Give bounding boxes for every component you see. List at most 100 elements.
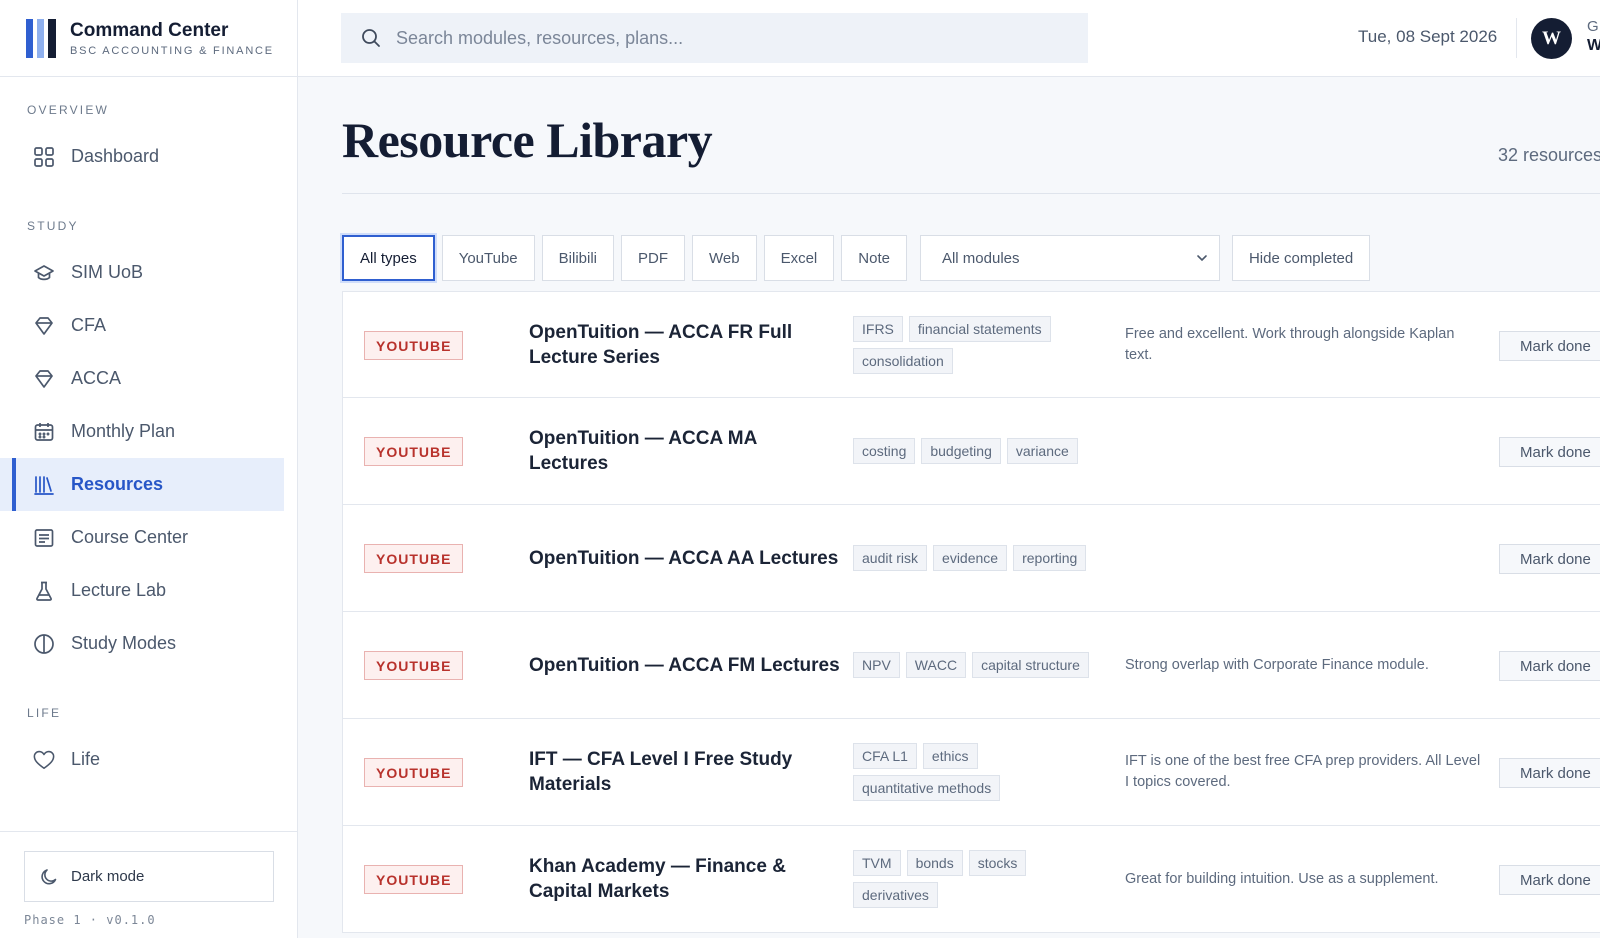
document-list-icon xyxy=(33,527,55,549)
sidebar-item-monthly-plan[interactable]: Monthly Plan xyxy=(0,405,284,458)
brand[interactable]: Command Center BSC ACCOUNTING & FINANCE xyxy=(0,0,297,77)
mark-done-button[interactable]: Mark done xyxy=(1499,331,1600,361)
filter-all-types[interactable]: All types xyxy=(342,235,435,281)
filter-bilibili[interactable]: Bilibili xyxy=(541,235,614,281)
filter-bar: All types YouTube Bilibili PDF Web Excel… xyxy=(342,235,1371,281)
main-content: Resource Library 32 resources All types … xyxy=(298,77,1600,938)
mark-done-button[interactable]: Mark done xyxy=(1499,865,1600,895)
resource-note: Free and excellent. Work through alongsi… xyxy=(1125,326,1455,363)
sidebar-item-label: CFA xyxy=(71,315,107,335)
current-date: Tue, 08 Sept 2026 xyxy=(1358,27,1498,46)
type-badge: YOUTUBE xyxy=(364,865,464,894)
graduation-cap-icon xyxy=(33,262,55,284)
grid-icon xyxy=(33,146,55,168)
mark-done-button[interactable]: Mark done xyxy=(1499,437,1600,467)
sidebar-item-course-center[interactable]: Course Center xyxy=(0,511,284,564)
resource-note: Great for building intuition. Use as a s… xyxy=(1125,870,1439,887)
table-row: YOUTUBE OpenTuition — ACCA FR Full Lectu… xyxy=(342,291,1600,398)
resource-title[interactable]: OpenTuition — ACCA AA Lectures xyxy=(529,505,859,611)
resource-title[interactable]: OpenTuition — ACCA FM Lectures xyxy=(529,612,859,718)
tag: derivatives xyxy=(853,882,938,908)
mark-done-button[interactable]: Mark done xyxy=(1499,758,1600,788)
brand-title: Command Center xyxy=(70,19,229,41)
filter-youtube[interactable]: YouTube xyxy=(441,235,535,281)
sidebar-item-sim-uob[interactable]: SIM UoB xyxy=(0,246,284,299)
tag-list: IFRS financial statements consolidation xyxy=(853,292,1113,398)
sidebar-item-acca[interactable]: ACCA xyxy=(0,352,284,405)
type-badge: YOUTUBE xyxy=(364,544,464,573)
table-row: YOUTUBE OpenTuition — ACCA AA Lectures a… xyxy=(342,505,1600,612)
tag: financial statements xyxy=(908,316,1051,342)
resource-title[interactable]: OpenTuition — ACCA FR Full Lecture Serie… xyxy=(529,292,839,398)
user-name: W xyxy=(1587,37,1600,54)
sidebar-item-label: Life xyxy=(71,749,101,769)
tag: costing xyxy=(853,438,916,464)
tag-list: CFA L1 ethics quantitative methods xyxy=(853,719,1113,825)
tag: ethics xyxy=(922,743,978,769)
brand-subtitle: BSC ACCOUNTING & FINANCE xyxy=(70,44,274,57)
table-row: YOUTUBE OpenTuition — ACCA FM Lectures N… xyxy=(342,612,1600,719)
search-icon xyxy=(362,29,380,47)
sidebar-item-lecture-lab[interactable]: Lecture Lab xyxy=(0,564,284,617)
sidebar-item-study-modes[interactable]: Study Modes xyxy=(0,617,284,670)
sidebar-item-cfa[interactable]: CFA xyxy=(0,299,284,352)
sidebar-item-label: Dashboard xyxy=(71,146,160,166)
heart-icon xyxy=(33,749,55,771)
module-select-value: All modules xyxy=(941,249,1020,267)
section-label-overview: OVERVIEW xyxy=(27,103,110,117)
search-bar[interactable] xyxy=(341,13,1088,63)
sidebar-item-label: SIM UoB xyxy=(71,262,144,282)
section-label-study: STUDY xyxy=(27,219,79,233)
resource-title[interactable]: OpenTuition — ACCA MA Lectures xyxy=(529,398,839,504)
type-badge: YOUTUBE xyxy=(364,651,464,680)
filter-excel[interactable]: Excel xyxy=(763,235,835,281)
hide-completed-button[interactable]: Hide completed xyxy=(1231,235,1371,281)
mark-done-button[interactable]: Mark done xyxy=(1499,651,1600,681)
search-input[interactable] xyxy=(396,27,1056,49)
tag: CFA L1 xyxy=(853,743,917,769)
calendar-icon xyxy=(33,421,55,443)
dark-mode-button[interactable]: Dark mode xyxy=(24,851,274,902)
user-greeting: G xyxy=(1587,18,1599,35)
type-badge: YOUTUBE xyxy=(364,758,464,787)
tag: consolidation xyxy=(853,348,953,374)
filter-web[interactable]: Web xyxy=(692,235,757,281)
brand-logo-icon xyxy=(26,18,56,58)
tag: WACC xyxy=(905,652,967,678)
tag-list: costing budgeting variance xyxy=(853,398,1113,504)
tag: NPV xyxy=(853,652,900,678)
sidebar-item-resources[interactable]: Resources xyxy=(0,458,284,511)
tag: capital structure xyxy=(972,652,1089,678)
tag: reporting xyxy=(1013,545,1087,571)
sidebar-item-life[interactable]: Life xyxy=(0,733,284,786)
avatar[interactable]: W xyxy=(1531,18,1572,59)
version-text: Phase 1 · v0.1.0 xyxy=(24,913,156,927)
module-select[interactable]: All modules xyxy=(919,235,1220,281)
table-row: YOUTUBE IFT — CFA Level I Free Study Mat… xyxy=(342,719,1600,826)
mark-done-button[interactable]: Mark done xyxy=(1499,544,1600,574)
flask-icon xyxy=(33,580,55,602)
diamond-icon xyxy=(33,315,55,337)
tag-list: NPV WACC capital structure xyxy=(853,612,1113,718)
sidebar-item-label: Resources xyxy=(71,474,164,494)
table-row: YOUTUBE OpenTuition — ACCA MA Lectures c… xyxy=(342,398,1600,505)
sidebar-item-label: ACCA xyxy=(71,368,122,388)
sidebar-footer: Dark mode Phase 1 · v0.1.0 xyxy=(0,831,298,938)
tag: IFRS xyxy=(853,316,903,342)
sidebar-item-label: Course Center xyxy=(71,527,189,547)
resource-list: YOUTUBE OpenTuition — ACCA FR Full Lectu… xyxy=(342,291,1600,933)
filter-note[interactable]: Note xyxy=(841,235,907,281)
tag: variance xyxy=(1006,438,1078,464)
half-circle-icon xyxy=(33,633,55,655)
sidebar-item-dashboard[interactable]: Dashboard xyxy=(0,130,284,183)
resource-note xyxy=(1125,505,1485,611)
type-badge: YOUTUBE xyxy=(364,331,464,360)
topbar: Tue, 08 Sept 2026 W G W xyxy=(298,0,1600,77)
sidebar-item-label: Monthly Plan xyxy=(71,421,176,441)
filter-pdf[interactable]: PDF xyxy=(621,235,685,281)
chevron-down-icon xyxy=(1197,255,1207,262)
resource-title[interactable]: IFT — CFA Level I Free Study Materials xyxy=(529,719,839,825)
section-label-life: LIFE xyxy=(27,706,62,720)
resource-title[interactable]: Khan Academy — Finance & Capital Markets xyxy=(529,826,839,932)
title-divider xyxy=(342,193,1600,194)
